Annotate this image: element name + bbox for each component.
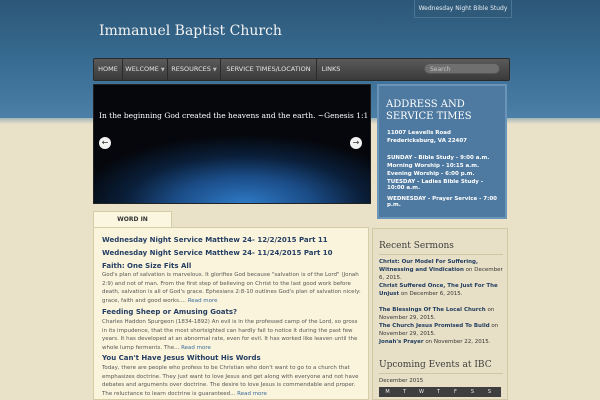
service-evening-worship: Evening Worship - 6:00 p.m.	[387, 171, 475, 177]
calendar-day-label: T	[402, 389, 407, 395]
post-excerpt: Charles Haddon Spurgeon (1834-1892) An e…	[102, 318, 364, 352]
calendar-day-label: M	[385, 389, 390, 395]
nav-item-resources[interactable]: RESOURCES ▼	[168, 59, 221, 80]
excerpt-text: Today, there are people who profess to b…	[102, 365, 359, 397]
calendar-day-label: S	[470, 389, 475, 395]
calendar-day-label: S	[487, 389, 492, 395]
posts-list: Wednesday Night Service Matthew 24- 12/2…	[93, 227, 369, 400]
service-sunday-bible-study: SUNDAY - Bible Study - 9:00 a.m.	[387, 155, 490, 161]
sidebar: Recent Sermons Christ: Our Model For Suf…	[372, 228, 508, 400]
chevron-down-icon: ▼	[212, 67, 217, 73]
sermon-item: The Blessings Of The Local Church on Nov…	[379, 306, 505, 322]
divider	[379, 373, 503, 374]
sermon-item: Christ Suffered Once, The Just For The U…	[379, 282, 505, 298]
chevron-down-icon: ▼	[160, 67, 165, 73]
recent-sermons-heading: Recent Sermons	[379, 241, 454, 251]
post-excerpt: Today, there are people who profess to b…	[102, 364, 364, 398]
post-excerpt: God's plan of salvation is marvelous. It…	[102, 271, 364, 305]
sermon-link[interactable]: The Church Jesus Promised To Build	[379, 323, 490, 329]
sermon-item: Christ: Our Model For Suffering, Witness…	[379, 258, 505, 282]
tab-word-in[interactable]: WORD IN	[93, 211, 172, 228]
address-heading: ADDRESS AND SERVICE TIMES	[386, 99, 472, 122]
nav-label: WELCOME	[125, 65, 159, 73]
arrow-right-icon[interactable]: →	[350, 137, 362, 149]
divider	[379, 254, 503, 255]
nav-label: RESOURCES	[171, 65, 211, 73]
post-title[interactable]: Wednesday Night Service Matthew 24- 11/2…	[102, 249, 332, 257]
sermon-link[interactable]: Christ: Our Model For Suffering, Witness…	[379, 259, 478, 273]
arrow-left-icon[interactable]: ←	[99, 137, 111, 149]
sermon-link[interactable]: Jonah's Prayer	[379, 339, 424, 345]
nav-item-home[interactable]: HOME	[94, 59, 123, 80]
slider-caption: In the beginning God created the heavens…	[99, 111, 369, 120]
nav-label: SERVICE TIMES/LOCATION	[226, 65, 311, 73]
nav-label: HOME	[98, 65, 118, 73]
post-title[interactable]: Wednesday Night Service Matthew 24- 12/2…	[102, 236, 328, 244]
read-more-link[interactable]: Read more	[237, 391, 267, 397]
nav-item-welcome[interactable]: WELCOME ▼	[123, 59, 168, 80]
sermon-item: Jonah's Prayer on November 22, 2015.	[379, 338, 505, 346]
service-morning-worship: Morning Worship - 10:15 a.m.	[387, 163, 480, 169]
post-title[interactable]: Faith: One Size Fits All	[102, 262, 191, 270]
sermon-date: on November 22, 2015.	[425, 339, 491, 345]
service-tuesday: TUESDAY - Ladies Bible Study - 10:00 a.m…	[387, 179, 484, 191]
sermon-link[interactable]: The Blessings Of The Local Church	[379, 307, 486, 313]
calendar-day-label: F	[454, 389, 457, 395]
calendar-day-label: W	[419, 389, 424, 395]
nav-item-links[interactable]: LINKS	[317, 59, 345, 80]
sermon-date: on December 6, 2015.	[400, 291, 463, 297]
excerpt-text: God's plan of salvation is marvelous. It…	[102, 272, 361, 304]
search-input[interactable]: Search	[424, 63, 500, 74]
calendar-month: December 2015	[379, 378, 424, 384]
excerpt-text: Charles Haddon Spurgeon (1834-1892) An e…	[102, 319, 358, 351]
calendar-header: M T W T F S S	[379, 387, 501, 397]
sermon-item: The Church Jesus Promised To Build on No…	[379, 322, 505, 338]
address-street: 11007 Leavells Road	[387, 130, 451, 136]
top-link-bible-study[interactable]: Wednesday Night Bible Study	[414, 0, 512, 18]
service-wednesday: WEDNESDAY - Prayer Service - 7:00 p.m.	[387, 196, 497, 208]
post-title[interactable]: Feeding Sheep or Amusing Goats?	[102, 308, 237, 316]
image-slider: In the beginning God created the heavens…	[93, 84, 371, 204]
calendar-day-label: T	[436, 389, 441, 395]
nav-label: LINKS	[321, 65, 341, 73]
read-more-link[interactable]: Read more	[181, 345, 211, 351]
upcoming-events-heading: Upcoming Events at IBC	[379, 360, 492, 370]
address-city: Fredericksburg, VA 22407	[387, 138, 467, 144]
site-title[interactable]: Immanuel Baptist Church	[99, 23, 282, 39]
nav-item-service-times[interactable]: SERVICE TIMES/LOCATION	[221, 59, 317, 80]
read-more-link[interactable]: Read more	[188, 298, 218, 304]
post-title[interactable]: You Can't Have Jesus Without His Words	[102, 354, 261, 362]
address-panel: ADDRESS AND SERVICE TIMES 11007 Leavells…	[377, 84, 507, 219]
